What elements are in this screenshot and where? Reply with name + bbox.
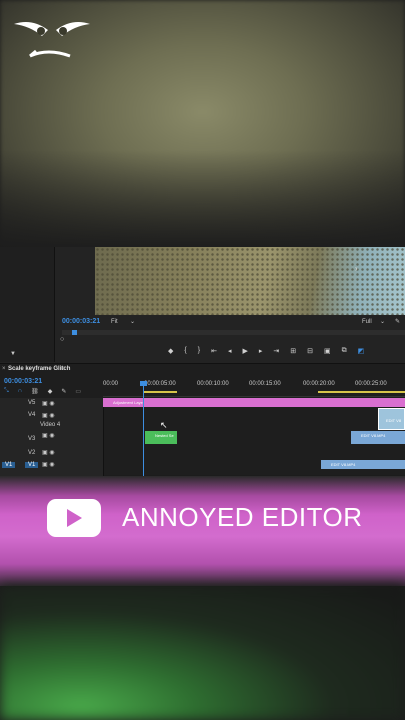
banner-title: ANNOYED EDITOR	[122, 502, 363, 532]
nested-sequence-clip[interactable]: Nested Se	[145, 431, 177, 444]
work-area-bar-2[interactable]	[318, 391, 405, 393]
toggle-sync-icon[interactable]: ▣ ◉	[42, 412, 55, 419]
program-timecode: 00:00:03:21	[62, 318, 101, 325]
button-editor-icon[interactable]: ⧉	[342, 347, 347, 355]
ruler-tick-label: 00:00:10:00	[197, 381, 229, 387]
track-label-v2: V2	[28, 450, 36, 456]
ruler-tick-label: 00:00:20:00	[303, 381, 335, 387]
program-scrub-bar[interactable]	[62, 330, 405, 335]
mouse-cursor-icon: ↖	[160, 420, 168, 430]
timeline-panel: × Scale keyframe Glitch ≡ 00:00:03:21 ⤡ …	[0, 363, 405, 476]
background-blur-bottom	[0, 585, 405, 720]
track-label-v1[interactable]: V1	[25, 462, 39, 468]
ruler-tick-label: 00:00	[103, 381, 119, 387]
menu-icon[interactable]: ≡	[60, 366, 64, 372]
video-clip-v1[interactable]: EDIT V8.MP4	[321, 460, 405, 469]
marker-add-icon[interactable]: ◆	[48, 388, 53, 395]
video-clip-v3[interactable]: EDIT V8.MP4	[351, 431, 405, 444]
close-icon[interactable]: ×	[2, 366, 6, 372]
premiere-editor: › 00:00:03:21 Fit ⌄ Full ⌄ ✎ ○ ◆ { } ⇤ ◂…	[0, 247, 405, 476]
magnet-icon[interactable]: ∩	[18, 388, 22, 395]
caption-icon[interactable]: ▭	[75, 388, 81, 395]
source-patch-v1[interactable]: V1	[2, 462, 16, 468]
background-fade	[0, 150, 405, 250]
preview-texture	[95, 247, 405, 315]
vr-icon[interactable]: ◩	[358, 347, 365, 355]
clip-label: EDIT V8	[386, 418, 402, 423]
insert-icon[interactable]: ⊞	[290, 347, 296, 355]
track-label-v3: V3	[28, 436, 36, 442]
adjustment-layer-clip[interactable]: Adjustment Layer	[103, 398, 405, 407]
toggle-sync-icon[interactable]: ▣ ◉	[42, 432, 55, 439]
wrench-icon[interactable]: ✎	[395, 318, 400, 325]
go-to-in-icon[interactable]: ⇤	[211, 347, 217, 355]
ruler-tick-label: 00:00:25:00	[355, 381, 387, 387]
chevron-down-icon[interactable]: ⌄	[130, 318, 135, 325]
filter-icon[interactable]: ▼	[10, 351, 16, 357]
chevron-right-icon[interactable]: ›	[355, 264, 358, 273]
overwrite-icon[interactable]: ⊟	[307, 347, 313, 355]
angry-face-logo-icon	[14, 22, 90, 58]
playhead-marker-icon[interactable]	[72, 330, 77, 335]
ruler-tick-label: 00:00:15:00	[249, 381, 281, 387]
sequence-timecode: 00:00:03:21	[4, 378, 43, 385]
timeline-playhead[interactable]	[143, 383, 144, 476]
step-forward-icon[interactable]: ▸	[259, 347, 263, 355]
wrench-settings-icon[interactable]: ✎	[61, 388, 66, 395]
ruler-tick-label: 00:00:05:00	[144, 381, 176, 387]
track-label-v5: V5	[28, 400, 36, 406]
toggle-sync-icon[interactable]: ▣ ◉	[42, 461, 55, 468]
time-ruler[interactable]: 00:00 00:00:05:00 00:00:10:00 00:00:15:0…	[103, 379, 405, 397]
out-point-icon[interactable]: }	[198, 347, 200, 355]
play-triangle-icon	[67, 509, 82, 527]
track-label-v4: V4	[28, 412, 36, 418]
resolution-dropdown[interactable]: Full	[362, 319, 372, 325]
video-clip-v4[interactable]: EDIT V8	[378, 408, 405, 430]
link-icon[interactable]: ⛓	[31, 388, 39, 395]
play-icon[interactable]: ▶	[242, 347, 247, 355]
in-point-icon[interactable]: {	[184, 347, 186, 355]
toggle-sync-icon[interactable]: ▣ ◉	[42, 449, 55, 456]
work-area-bar[interactable]	[143, 391, 177, 393]
playhead-handle-icon[interactable]	[140, 381, 147, 386]
toggle-sync-icon[interactable]: ▣ ◉	[42, 400, 55, 407]
snap-icon[interactable]: ⤡	[4, 388, 9, 395]
step-back-icon[interactable]: ◂	[228, 347, 232, 355]
settings-circle-icon[interactable]: ○	[60, 336, 64, 343]
camera-icon[interactable]: ▣	[324, 347, 331, 355]
go-to-out-icon[interactable]: ⇥	[273, 347, 279, 355]
chevron-down-icon[interactable]: ⌄	[380, 318, 385, 325]
fit-dropdown[interactable]: Fit	[111, 319, 118, 325]
source-panel	[0, 247, 55, 362]
marker-icon[interactable]: ◆	[168, 347, 173, 355]
